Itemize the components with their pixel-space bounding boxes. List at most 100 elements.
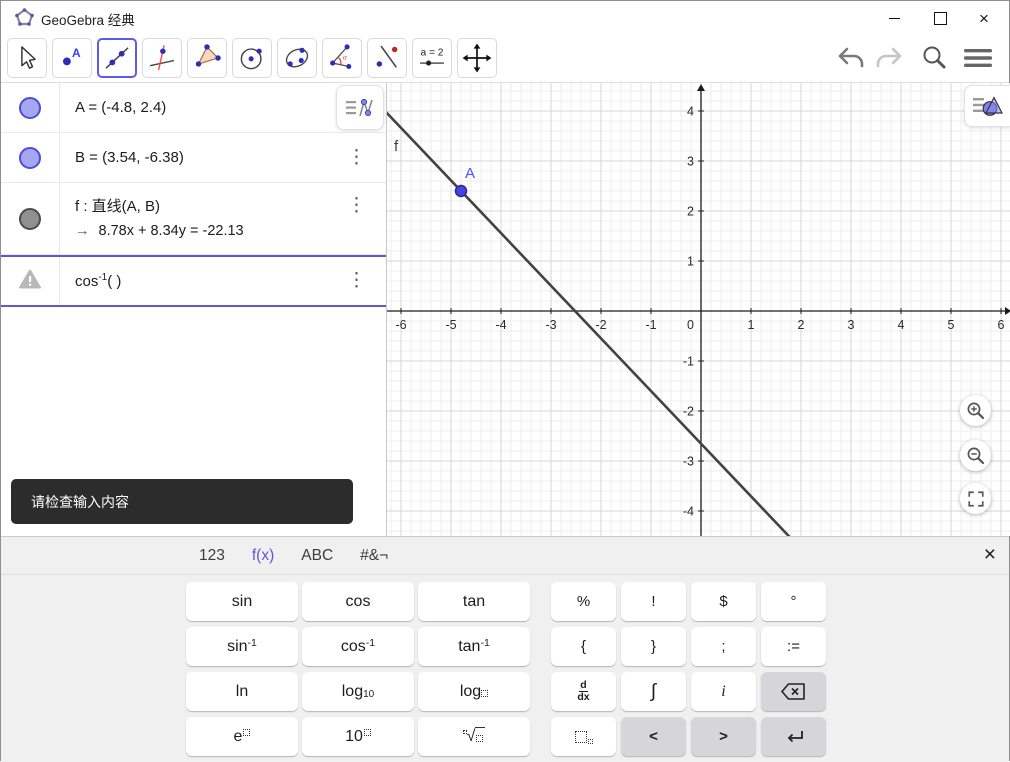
- key-left-brace[interactable]: {: [551, 627, 616, 666]
- row-menu-button[interactable]: ⋮: [347, 271, 366, 290]
- row-menu-button[interactable]: ⋮: [347, 148, 366, 167]
- row-menu-button[interactable]: ⋮: [347, 196, 366, 215]
- svg-text:4: 4: [687, 105, 694, 119]
- graphics-style-button[interactable]: [964, 85, 1010, 127]
- close-icon: ×: [979, 8, 989, 28]
- algebra-row-content: B = (3.54, -6.38): [60, 133, 386, 182]
- visibility-circle-gray[interactable]: [19, 207, 41, 230]
- geogebra-logo-icon: [15, 8, 34, 32]
- line-tool-button[interactable]: [97, 38, 137, 78]
- visibility-circle-blue[interactable]: [19, 96, 41, 119]
- algebra-style-button[interactable]: [336, 85, 384, 130]
- key-factorial[interactable]: !: [621, 582, 686, 621]
- svg-text:a = 2: a = 2: [421, 47, 444, 58]
- conic-tool-button[interactable]: [277, 38, 317, 78]
- key-e-power[interactable]: e: [186, 717, 298, 756]
- algebra-rows: A = (-4.8, 2.4) B = (3.54, -6.38) ⋮ f : 直线(…: [1, 83, 386, 307]
- algebra-row-B[interactable]: B = (3.54, -6.38) ⋮: [1, 133, 386, 183]
- svg-text:-1: -1: [645, 318, 656, 332]
- algebra-row-input[interactable]: cos-1( ) ⋮: [1, 255, 386, 307]
- keyboard-keys: sin cos tan%! $ ° sin -1 cos -1 tan -1{};:= ln log 10…: [186, 582, 826, 756]
- algebra-row-A[interactable]: A = (-4.8, 2.4): [1, 83, 386, 133]
- keyboard-tab-f(x)[interactable]: f(x): [252, 547, 274, 565]
- redo-icon: [876, 47, 902, 68]
- fullscreen-button[interactable]: [960, 483, 991, 514]
- main-area: A = (-4.8, 2.4) B = (3.54, -6.38) ⋮ f : 直线(…: [1, 83, 1010, 536]
- key-dollar[interactable]: $: [691, 582, 756, 621]
- key-arrow-left[interactable]: <: [621, 717, 686, 756]
- keyboard-tab-#&¬[interactable]: #&¬: [360, 547, 388, 565]
- polygon-tool-button[interactable]: [187, 38, 227, 78]
- svg-text:1: 1: [687, 255, 694, 269]
- key-imaginary-unit[interactable]: i: [691, 672, 756, 711]
- slider-icon: a = 2: [420, 47, 444, 66]
- keyboard-tab-bar: 123 f(x) ABC #&¬ ×: [1, 537, 1009, 575]
- key-derivative[interactable]: d dx: [551, 672, 616, 711]
- circle-tool-button[interactable]: [232, 38, 272, 78]
- point-A[interactable]: [454, 184, 468, 198]
- key-arrow-right[interactable]: >: [691, 717, 756, 756]
- graphics-view[interactable]: -6 -5 -4 -3 -2 -1 1 2 3 4 5 6 4 3 2 1 -1 -2 -3 -4 0 f A: [387, 83, 1010, 536]
- key-sin[interactable]: sin: [186, 582, 298, 621]
- svg-text:-2: -2: [683, 405, 694, 419]
- maximize-icon: [933, 11, 947, 25]
- key-sin-inverse[interactable]: sin -1: [186, 627, 298, 666]
- zoom-out-icon: [967, 447, 985, 465]
- marker-cell: [1, 133, 60, 182]
- move-view-tool-button[interactable]: [457, 38, 497, 78]
- key-tan[interactable]: tan: [418, 582, 530, 621]
- key-ln[interactable]: ln: [186, 672, 298, 711]
- title-bar: GeoGebra 经典 ×: [1, 1, 1009, 34]
- reflect-icon: [376, 45, 398, 68]
- keyboard-close-button[interactable]: ×: [984, 544, 996, 565]
- angle-icon: α: [330, 44, 352, 70]
- menu-button[interactable]: [963, 46, 993, 70]
- slider-tool-button[interactable]: a = 2: [412, 38, 452, 78]
- graphics-style-icon: [973, 96, 1003, 116]
- key-degree[interactable]: °: [761, 582, 826, 621]
- zoom-out-button[interactable]: [960, 440, 991, 471]
- minimize-button[interactable]: [879, 5, 909, 31]
- window-title: GeoGebra 经典: [41, 13, 135, 28]
- key-ten-power[interactable]: 10: [302, 717, 414, 756]
- perpendicular-line-icon: [149, 45, 175, 71]
- warning-icon: [19, 269, 41, 294]
- line-icon: [105, 47, 129, 69]
- key-cos-inverse[interactable]: cos -1: [302, 627, 414, 666]
- key-log10[interactable]: log 10: [302, 672, 414, 711]
- geogebra-window: GeoGebra 经典 × A α a = 2 A = (-4.8, 2.4) …: [0, 0, 1010, 762]
- point-tool-button[interactable]: A: [52, 38, 92, 78]
- key-tan-inverse[interactable]: tan -1: [418, 627, 530, 666]
- conic-icon: [285, 47, 309, 68]
- key-integral[interactable]: ∫: [621, 672, 686, 711]
- search-button[interactable]: [920, 44, 948, 72]
- graph-canvas[interactable]: -6 -5 -4 -3 -2 -1 1 2 3 4 5 64321-1-2-3-40fA: [387, 83, 1010, 536]
- zoom-in-button[interactable]: [960, 395, 991, 426]
- angle-tool-button[interactable]: α: [322, 38, 362, 78]
- key-subscript[interactable]: [551, 717, 616, 756]
- key-cos[interactable]: cos: [302, 582, 414, 621]
- close-button[interactable]: ×: [969, 5, 999, 31]
- maximize-button[interactable]: [925, 5, 955, 31]
- move-view-icon: [462, 43, 492, 73]
- keyboard-tab-ABC[interactable]: ABC: [301, 547, 333, 565]
- fullscreen-icon: [967, 490, 984, 507]
- redo-button[interactable]: [874, 45, 904, 71]
- keyboard-tab-123[interactable]: 123: [199, 547, 225, 565]
- move-tool-button[interactable]: [7, 38, 47, 78]
- key-assign[interactable]: :=: [761, 627, 826, 666]
- key-nth-root[interactable]: √: [418, 717, 530, 756]
- algebra-row-f[interactable]: f : 直线(A, B) → 8.78x + 8.34y = -22.13 ⋮: [1, 183, 386, 255]
- svg-text:-4: -4: [495, 318, 506, 332]
- polygon-icon: [195, 44, 221, 67]
- visibility-circle-blue[interactable]: [19, 146, 41, 169]
- reflect-tool-button[interactable]: [367, 38, 407, 78]
- perpendicular-line-tool-button[interactable]: [142, 38, 182, 78]
- key-backspace[interactable]: [761, 672, 826, 711]
- key-right-brace[interactable]: }: [621, 627, 686, 666]
- undo-button[interactable]: [836, 45, 866, 71]
- key-enter[interactable]: [761, 717, 826, 756]
- key-log-base[interactable]: log: [418, 672, 530, 711]
- key-semicolon[interactable]: ;: [691, 627, 756, 666]
- key-percent[interactable]: %: [551, 582, 616, 621]
